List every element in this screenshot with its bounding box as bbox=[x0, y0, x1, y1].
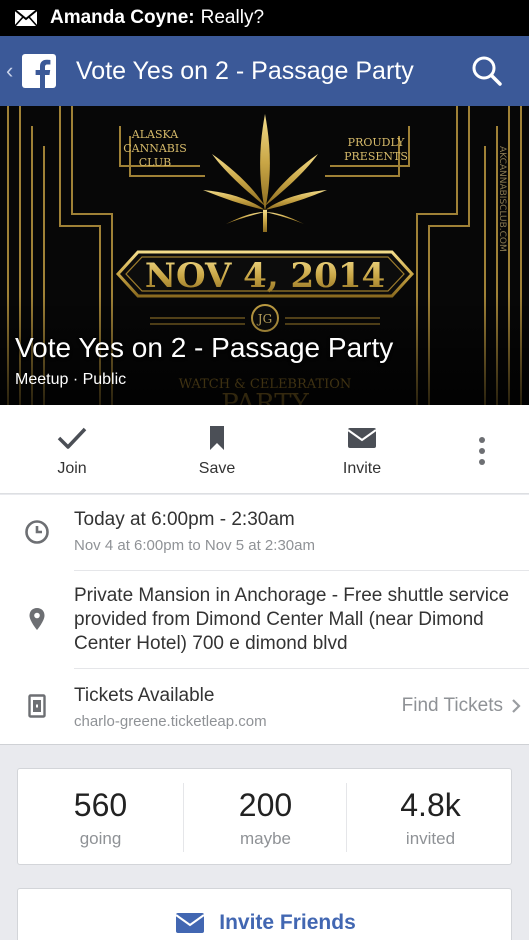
event-actions-bar: Join Save Invite bbox=[0, 405, 529, 494]
svg-text:NOV 4, 2014: NOV 4, 2014 bbox=[145, 256, 385, 296]
stat-value: 4.8k bbox=[400, 787, 461, 823]
envelope-icon bbox=[347, 428, 377, 448]
app-header: ‹ Vote Yes on 2 - Passage Party bbox=[0, 36, 529, 106]
stat-value: 560 bbox=[73, 787, 128, 823]
event-time-row[interactable]: Today at 6:00pm - 2:30am Nov 4 at 6:00pm… bbox=[0, 495, 529, 571]
invite-friends-card: Invite Friends bbox=[17, 888, 512, 940]
invite-friends-label: Invite Friends bbox=[219, 911, 356, 934]
stat-label: maybe bbox=[239, 829, 292, 848]
event-cover-photo[interactable]: ALASKA CANNABIS CLUB PROUDLY PRESENTS NO… bbox=[0, 106, 529, 405]
notification-message: Really? bbox=[200, 7, 265, 28]
back-chevron-icon[interactable]: ‹ bbox=[6, 58, 20, 84]
status-bar: Amanda Coyne: Really? bbox=[0, 0, 529, 36]
invite-label: Invite bbox=[342, 460, 382, 477]
clock-icon bbox=[25, 520, 49, 544]
page-title: Vote Yes on 2 - Passage Party bbox=[76, 56, 414, 85]
save-button[interactable]: Save bbox=[162, 405, 272, 494]
bookmark-icon bbox=[210, 426, 224, 450]
notification-sender: Amanda Coyne: bbox=[50, 7, 195, 28]
poster-club-text-3: CLUB bbox=[139, 156, 171, 169]
search-button[interactable] bbox=[467, 51, 507, 91]
stat-label: invited bbox=[405, 829, 456, 848]
invite-friends-button[interactable]: Invite Friends bbox=[18, 911, 513, 935]
facebook-f-glyph-icon bbox=[35, 59, 51, 88]
facebook-logo-icon[interactable] bbox=[22, 54, 56, 88]
chevron-right-icon bbox=[512, 699, 521, 713]
poster-club-text-2: CANNABIS bbox=[123, 142, 187, 155]
event-title: Vote Yes on 2 - Passage Party bbox=[15, 332, 394, 363]
poster-presents-text: PROUDLY bbox=[348, 136, 405, 149]
divider bbox=[346, 783, 347, 852]
ticket-icon bbox=[28, 694, 46, 718]
join-button[interactable]: Join bbox=[17, 405, 127, 494]
event-tickets-row[interactable]: Tickets Available charlo-greene.ticketle… bbox=[0, 669, 529, 745]
stat-label: going bbox=[79, 829, 122, 848]
find-tickets-link[interactable]: Find Tickets bbox=[402, 695, 521, 717]
search-icon bbox=[472, 56, 502, 86]
event-time-main: Today at 6:00pm - 2:30am bbox=[74, 509, 295, 530]
location-pin-icon bbox=[29, 608, 45, 630]
checkmark-icon bbox=[57, 427, 87, 449]
event-details: Today at 6:00pm - 2:30am Nov 4 at 6:00pm… bbox=[0, 495, 529, 745]
event-location-row[interactable]: Private Mansion in Anchorage - Free shut… bbox=[0, 571, 529, 669]
poster-date-banner: NOV 4, 2014 bbox=[115, 250, 415, 298]
guest-stats-card: 560 going 200 maybe 4.8k invited bbox=[17, 768, 512, 865]
stat-value: 200 bbox=[238, 787, 293, 823]
event-page: Amanda Coyne: Really? ‹ Vote Yes on 2 - … bbox=[0, 0, 529, 940]
svg-text:AKCANNABISCLUB.COM: AKCANNABISCLUB.COM bbox=[497, 146, 507, 252]
event-meta: Meetup · Public bbox=[15, 371, 127, 388]
stat-maybe[interactable]: 200 maybe bbox=[183, 769, 348, 866]
poster-presents-text-2: PRESENTS bbox=[344, 150, 408, 163]
find-tickets-label: Find Tickets bbox=[401, 695, 503, 716]
save-label: Save bbox=[198, 460, 236, 477]
invite-button[interactable]: Invite bbox=[307, 405, 417, 494]
stat-invited[interactable]: 4.8k invited bbox=[348, 769, 513, 866]
event-location-text: Private Mansion in Anchorage - Free shut… bbox=[74, 585, 510, 654]
stat-going[interactable]: 560 going bbox=[18, 769, 183, 866]
more-options-icon[interactable] bbox=[462, 431, 502, 471]
event-time-detail: Nov 4 at 6:00pm to Nov 5 at 2:30am bbox=[74, 537, 315, 554]
poster-club-text: ALASKA bbox=[131, 128, 180, 141]
mail-notification-icon bbox=[14, 9, 38, 27]
join-label: Join bbox=[57, 460, 87, 477]
envelope-icon bbox=[175, 913, 205, 933]
